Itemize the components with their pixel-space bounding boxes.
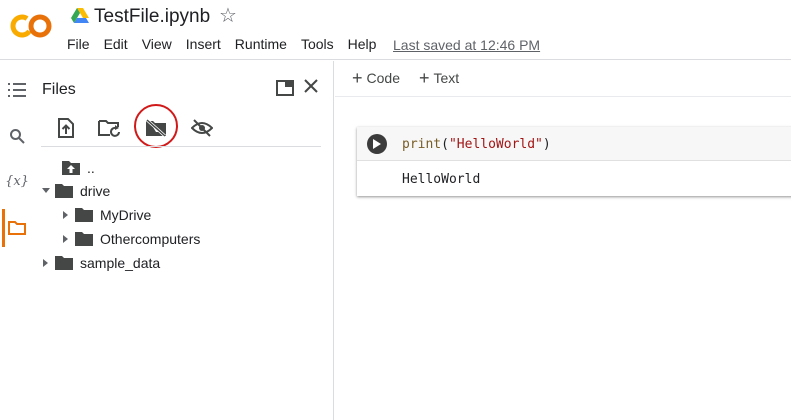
notebook-area: + Code + Text print("HelloWorld") HelloW… bbox=[335, 61, 791, 420]
plus-icon: + bbox=[419, 68, 430, 88]
tree-item-othercomputers[interactable]: Othercomputers bbox=[58, 228, 200, 250]
tree-item-label: drive bbox=[80, 183, 111, 199]
run-cell-button[interactable] bbox=[367, 134, 387, 154]
table-of-contents-icon[interactable] bbox=[4, 77, 30, 103]
notebook-title[interactable]: TestFile.ipynb bbox=[94, 6, 210, 28]
search-icon[interactable] bbox=[4, 123, 30, 149]
code-close-paren: ) bbox=[542, 137, 551, 152]
last-saved-link[interactable]: Last saved at 12:46 PM bbox=[393, 37, 540, 53]
tree-item-parent[interactable]: .. bbox=[45, 157, 95, 179]
chevron-right-icon[interactable] bbox=[58, 210, 74, 220]
open-in-tab-icon[interactable] bbox=[273, 76, 297, 100]
play-icon bbox=[373, 139, 381, 149]
menu-bar: File Edit View Insert Runtime Tools Help bbox=[67, 36, 390, 52]
cell-output: HelloWorld bbox=[402, 172, 481, 187]
header: TestFile.ipynb ☆ File Edit View Insert R… bbox=[0, 0, 791, 60]
tree-item-drive[interactable]: drive bbox=[38, 180, 110, 202]
code-function: print bbox=[402, 137, 442, 152]
star-icon[interactable]: ☆ bbox=[219, 5, 237, 27]
folder-icon bbox=[54, 183, 74, 199]
folder-icon bbox=[54, 255, 74, 271]
folder-icon bbox=[74, 231, 94, 247]
upload-icon[interactable] bbox=[54, 116, 78, 140]
chevron-right-icon[interactable] bbox=[58, 234, 74, 244]
tree-item-label: MyDrive bbox=[100, 207, 152, 223]
menu-view[interactable]: View bbox=[142, 36, 172, 52]
add-text-button[interactable]: + Text bbox=[419, 68, 460, 88]
google-drive-icon[interactable] bbox=[71, 8, 89, 24]
menu-file[interactable]: File bbox=[67, 36, 90, 52]
notebook-toolbar: + Code + Text bbox=[335, 61, 791, 97]
add-code-button[interactable]: + Code bbox=[352, 68, 400, 88]
hide-icon[interactable] bbox=[190, 116, 214, 140]
highlight-annotation bbox=[134, 104, 178, 148]
menu-edit[interactable]: Edit bbox=[104, 36, 128, 52]
tree-item-label: Othercomputers bbox=[100, 231, 201, 247]
close-icon[interactable] bbox=[299, 74, 323, 98]
folder-icon[interactable] bbox=[4, 215, 30, 241]
plus-icon: + bbox=[352, 68, 363, 88]
tree-item-label: sample_data bbox=[80, 255, 161, 271]
variables-icon[interactable]: {x} bbox=[4, 168, 30, 194]
code-string: "HelloWorld" bbox=[448, 137, 543, 152]
toolbar-divider bbox=[41, 146, 321, 147]
menu-tools[interactable]: Tools bbox=[301, 36, 334, 52]
add-code-label: Code bbox=[366, 70, 400, 86]
left-rail: {x} bbox=[0, 61, 33, 420]
folder-up-icon bbox=[61, 160, 81, 176]
chevron-down-icon[interactable] bbox=[38, 188, 54, 194]
tree-item-mydrive[interactable]: MyDrive bbox=[58, 204, 151, 226]
files-title: Files bbox=[42, 81, 76, 98]
menu-help[interactable]: Help bbox=[348, 36, 377, 52]
menu-insert[interactable]: Insert bbox=[186, 36, 221, 52]
cell-code[interactable]: print("HelloWorld") bbox=[402, 137, 551, 152]
refresh-folder-icon[interactable] bbox=[98, 116, 122, 140]
cell-input[interactable]: print("HelloWorld") bbox=[357, 127, 791, 161]
chevron-right-icon[interactable] bbox=[38, 258, 54, 268]
code-cell[interactable]: print("HelloWorld") HelloWorld bbox=[357, 127, 791, 196]
folder-icon bbox=[74, 207, 94, 223]
tree-item-sample-data[interactable]: sample_data bbox=[38, 252, 160, 274]
menu-runtime[interactable]: Runtime bbox=[235, 36, 287, 52]
tree-item-label: .. bbox=[87, 160, 95, 176]
code-open-paren: ( bbox=[441, 137, 449, 152]
colab-logo-icon[interactable] bbox=[10, 12, 52, 40]
files-panel: Files .. drive MyDrive Othercomputers sa… bbox=[33, 61, 334, 420]
add-text-label: Text bbox=[433, 70, 460, 86]
